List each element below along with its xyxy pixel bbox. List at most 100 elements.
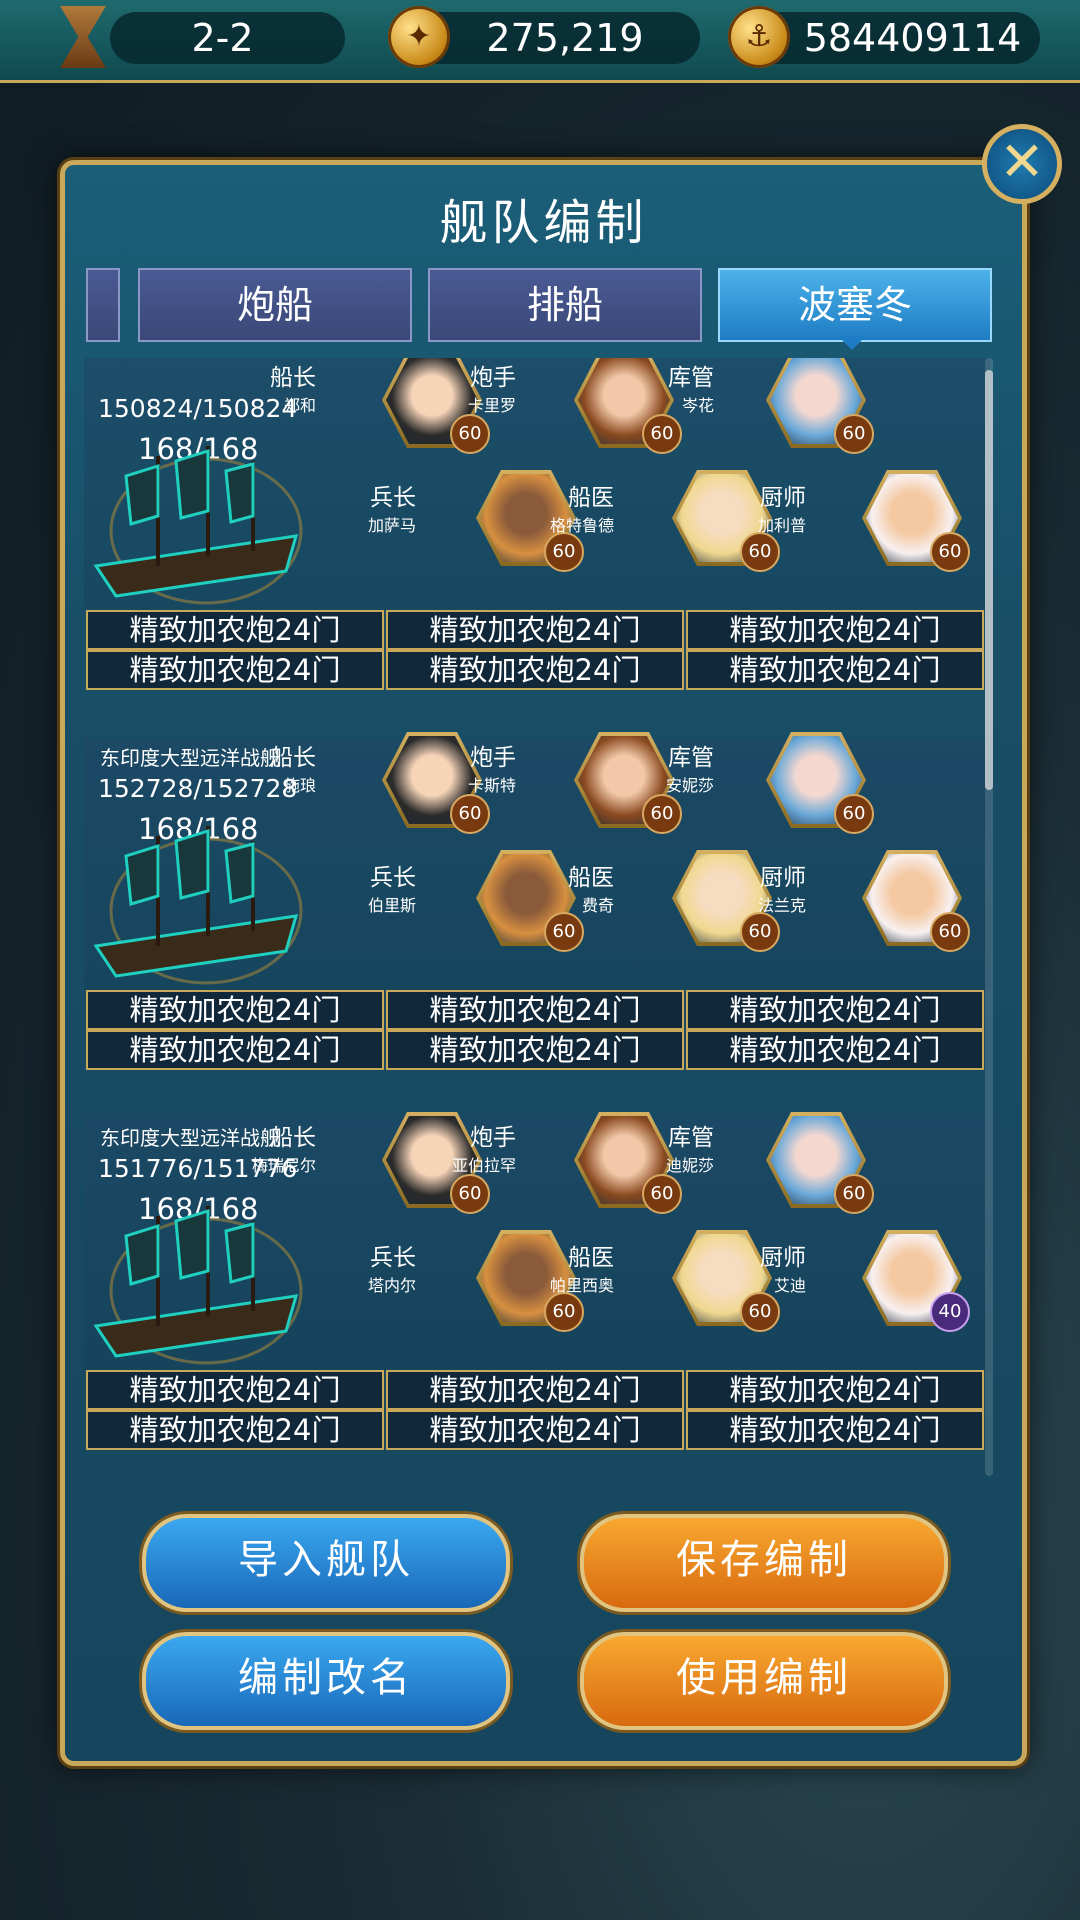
officer-name: 施琅 [283, 776, 316, 795]
officer-role: 炮手 [470, 365, 516, 391]
officer-role: 炮手 [470, 1125, 516, 1151]
officer-level-badge: 60 [450, 1174, 490, 1214]
ship-image[interactable] [86, 436, 316, 606]
officer-level-badge: 60 [930, 532, 970, 572]
officer-name: 卡里罗 [467, 396, 516, 415]
officer-role: 船长 [270, 745, 316, 771]
officer-name: 迪妮莎 [665, 1156, 714, 1175]
fleet-entry[interactable]: 东印度大型远洋战舰 151776/151776 168/168 船长 梅瑞尼尔 60 炮手亚… [84, 1112, 990, 1476]
scrollbar-thumb[interactable] [985, 370, 993, 790]
cannon-slot[interactable]: 精致加农炮24门 [86, 1370, 384, 1410]
cannon-slot[interactable]: 精致加农炮24门 [386, 650, 684, 690]
tab-poseidon[interactable]: 波塞冬 [718, 268, 992, 342]
top-resource-bar: 2-2 275,219 ✦ 584409114 ⚓ [0, 0, 1080, 83]
stage-pill: 2-2 [110, 12, 345, 64]
ship-image[interactable] [86, 816, 316, 986]
panel-title: 舰队编制 [439, 195, 648, 251]
ship-image[interactable] [86, 1196, 316, 1366]
ship-name: 东印度大型远洋战舰 [100, 1126, 280, 1150]
officer-role: 炮手 [470, 745, 516, 771]
close-icon: ✕ [999, 130, 1045, 193]
active-tab-pointer [838, 336, 866, 350]
officer-level-badge: 60 [930, 912, 970, 952]
officer-role: 船长 [270, 1125, 316, 1151]
officer-level-badge: 40 [930, 1292, 970, 1332]
officer-name: 卡斯特 [467, 776, 516, 795]
fleet-list[interactable]: 150824/150824 168/168 船长 郑和 60 炮手 卡里罗 60 库管 岑花 60 兵… [84, 358, 990, 1476]
compass-coin-icon: ✦ [388, 6, 450, 68]
officer-name: 帕里西奥 [549, 1276, 614, 1295]
officer-level-badge: 60 [740, 912, 780, 952]
cannon-slot[interactable]: 精致加农炮24门 [686, 610, 984, 650]
officer-level-badge: 60 [642, 1174, 682, 1214]
officer-role: 厨师 [760, 865, 806, 891]
anchor-coin-icon: ⚓ [728, 6, 790, 68]
officer-role: 厨师 [760, 1245, 806, 1271]
officer-level-badge: 60 [450, 794, 490, 834]
officer-role: 厨师 [760, 485, 806, 511]
officer-level-badge: 60 [834, 1174, 874, 1214]
hourglass-icon [60, 6, 106, 68]
cannon-slot[interactable]: 精致加农炮24门 [86, 1030, 384, 1070]
cannon-slot[interactable]: 精致加农炮24门 [686, 650, 984, 690]
save-formation-button[interactable]: 保存编制 [580, 1514, 948, 1612]
officer-name: 岑花 [681, 396, 714, 415]
officer-role: 库管 [668, 365, 714, 391]
cannon-slot[interactable]: 精致加农炮24门 [386, 1410, 684, 1450]
officer-role: 兵长 [370, 1245, 416, 1271]
cannon-slot[interactable]: 精致加农炮24门 [86, 990, 384, 1030]
cannon-slot[interactable]: 精致加农炮24门 [686, 1410, 984, 1450]
cannon-slot[interactable]: 精致加农炮24门 [686, 1370, 984, 1410]
officer-name: 亚伯拉罕 [451, 1156, 516, 1175]
officer-role: 兵长 [370, 485, 416, 511]
tab-prev[interactable] [86, 268, 120, 342]
ship-name: 东印度大型远洋战舰 [100, 746, 280, 770]
use-formation-button[interactable]: 使用编制 [580, 1632, 948, 1730]
rename-formation-button[interactable]: 编制改名 [142, 1632, 510, 1730]
cannon-slot[interactable]: 精致加农炮24门 [686, 1030, 984, 1070]
officer-level-badge: 60 [834, 794, 874, 834]
cannon-slot[interactable]: 精致加农炮24门 [86, 650, 384, 690]
import-fleet-button[interactable]: 导入舰队 [142, 1514, 510, 1612]
officer-level-badge: 60 [740, 532, 780, 572]
gold-value: 584409114 [803, 16, 1022, 60]
officer-name: 法兰克 [757, 896, 806, 915]
officer-name: 塔内尔 [367, 1276, 416, 1295]
compass-value: 275,219 [486, 16, 644, 60]
officer-level-badge: 60 [642, 414, 682, 454]
officer-level-badge: 60 [544, 912, 584, 952]
officer-name: 加萨马 [367, 516, 416, 535]
cannon-slot[interactable]: 精致加农炮24门 [386, 1030, 684, 1070]
officer-role: 船长 [270, 365, 316, 391]
officer-name: 费奇 [581, 896, 614, 915]
close-button[interactable]: ✕ [982, 124, 1062, 204]
officer-level-badge: 60 [544, 1292, 584, 1332]
officer-name: 加利普 [757, 516, 806, 535]
cannon-slot[interactable]: 精致加农炮24门 [86, 610, 384, 650]
cannon-slot[interactable]: 精致加农炮24门 [386, 610, 684, 650]
cannon-slot[interactable]: 精致加农炮24门 [86, 1410, 384, 1450]
stage-value: 2-2 [191, 16, 254, 60]
officer-name: 格特鲁德 [549, 516, 614, 535]
officer-level-badge: 60 [642, 794, 682, 834]
cannon-slot[interactable]: 精致加农炮24门 [386, 1370, 684, 1410]
officer-level-badge: 60 [544, 532, 584, 572]
tab-row-ship[interactable]: 排船 [428, 268, 702, 342]
officer-name: 梅瑞尼尔 [251, 1156, 316, 1175]
officer-role: 兵长 [370, 865, 416, 891]
cannon-slot[interactable]: 精致加农炮24门 [386, 990, 684, 1030]
officer-name: 伯里斯 [367, 896, 416, 915]
officer-level-badge: 60 [834, 414, 874, 454]
fleet-entry[interactable]: 150824/150824 168/168 船长 郑和 60 炮手 卡里罗 60 库管 岑花 60 兵… [84, 358, 990, 738]
officer-role: 船医 [568, 485, 614, 511]
tab-gunboat[interactable]: 炮船 [138, 268, 412, 342]
officer-role: 船医 [568, 1245, 614, 1271]
officer-level-badge: 60 [450, 414, 490, 454]
cannon-slot[interactable]: 精致加农炮24门 [686, 990, 984, 1030]
officer-role: 库管 [668, 1125, 714, 1151]
officer-name: 艾迪 [773, 1276, 806, 1295]
fleet-entry[interactable]: 东印度大型远洋战舰 152728/152728 168/168 船长 施琅 60 炮手 卡斯特… [84, 732, 990, 1118]
officer-level-badge: 60 [740, 1292, 780, 1332]
officer-role: 船医 [568, 865, 614, 891]
officer-name: 郑和 [283, 396, 316, 415]
